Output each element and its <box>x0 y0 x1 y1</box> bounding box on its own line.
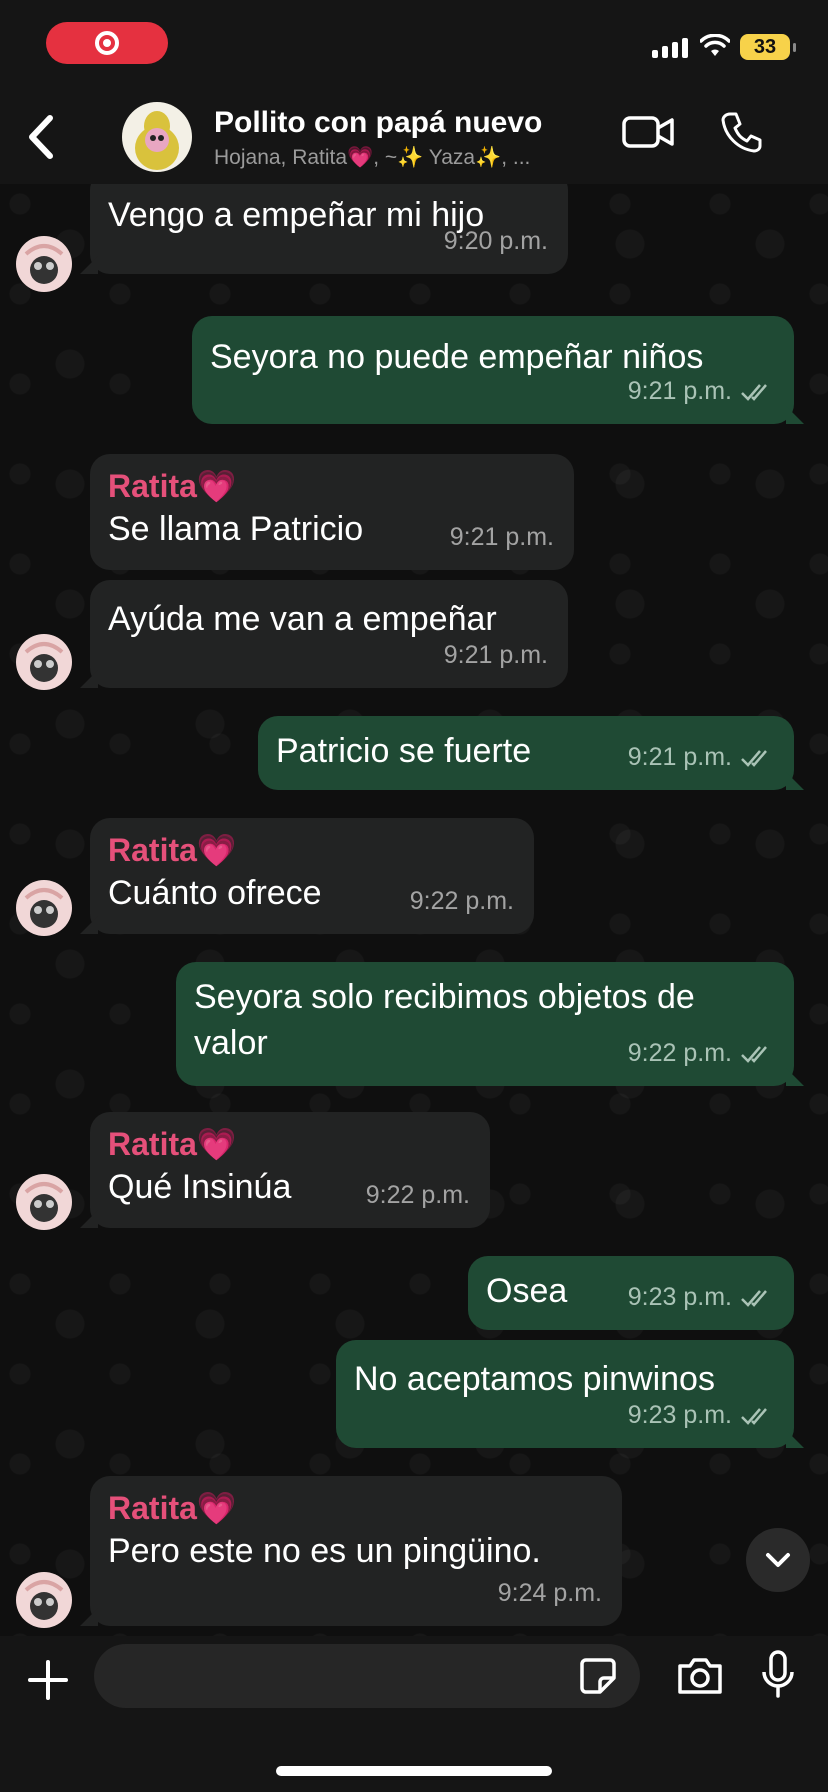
message-time: 9:21 p.m. <box>449 523 554 551</box>
sender-avatar[interactable] <box>16 880 72 936</box>
message-time: 9:23 p.m. <box>627 1401 732 1429</box>
read-receipt-icon <box>741 1408 767 1426</box>
bubble-tail <box>80 256 98 274</box>
read-receipt-icon <box>741 750 767 768</box>
read-receipt-icon <box>741 384 767 402</box>
voice-call-icon[interactable] <box>720 110 764 154</box>
bubble-tail <box>786 1068 804 1086</box>
message-time: 9:20 p.m. <box>443 227 548 255</box>
outgoing-message[interactable]: Seyora no puede empeñar niños 9:21 p.m. <box>192 316 804 424</box>
incoming-message[interactable]: Vengo a empeñar mi hijo 9:20 p.m. <box>80 184 568 274</box>
outgoing-message[interactable]: Seyora solo recibimos objetos de valor 9… <box>176 962 804 1086</box>
sender-avatar[interactable] <box>16 1572 72 1628</box>
read-receipt-icon <box>741 1046 767 1064</box>
message-text: Pero este no es un pingüino. <box>108 1532 541 1570</box>
sender-name[interactable]: Ratita💗 <box>108 830 516 870</box>
avatar-photo-icon <box>24 244 64 284</box>
sender-name[interactable]: Ratita💗 <box>108 1124 472 1164</box>
bubble-tail <box>786 772 804 790</box>
message-meta: 9:23 p.m. <box>628 1274 774 1320</box>
incoming-message[interactable]: Ratita💗 Pero este no es un pingüino. 9:2… <box>80 1476 622 1626</box>
message-time: 9:22 p.m. <box>409 887 514 915</box>
incoming-message[interactable]: Ayúda me van a empeñar 9:21 p.m. <box>80 580 568 688</box>
chat-header: Pollito con papá nuevo Hojana, Ratita💗, … <box>0 92 828 184</box>
chevron-down-icon <box>766 1553 790 1567</box>
scroll-to-bottom-button[interactable] <box>746 1528 810 1592</box>
sender-name[interactable]: Ratita💗 <box>108 1488 604 1528</box>
group-title[interactable]: Pollito con papá nuevo <box>214 106 542 140</box>
incoming-message[interactable]: Ratita💗 Se llama Patricio 9:21 p.m. <box>90 454 574 570</box>
sender-name[interactable]: Ratita💗 <box>108 466 556 506</box>
home-indicator[interactable] <box>276 1766 552 1776</box>
avatar-photo-icon <box>24 1182 64 1222</box>
message-meta: 9:22 p.m. <box>628 1030 774 1076</box>
message-input[interactable] <box>94 1644 640 1708</box>
read-receipt-icon <box>741 1290 767 1308</box>
microphone-icon[interactable] <box>760 1650 796 1700</box>
message-list[interactable]: Vengo a empeñar mi hijo 9:20 p.m. Seyora… <box>0 184 828 1636</box>
message-time: 9:22 p.m. <box>627 1039 732 1067</box>
outgoing-message[interactable]: No aceptamos pinwinos 9:23 p.m. <box>336 1340 804 1448</box>
back-chevron-icon[interactable] <box>20 112 60 162</box>
group-members[interactable]: Hojana, Ratita💗, ~✨ Yaza✨, ... <box>214 146 610 170</box>
bubble-tail <box>80 670 98 688</box>
outgoing-message[interactable]: Patricio se fuerte 9:21 p.m. <box>258 716 804 790</box>
message-time: 9:21 p.m. <box>627 377 732 405</box>
video-call-icon[interactable] <box>622 114 674 150</box>
outgoing-message[interactable]: Osea 9:23 p.m. <box>468 1256 794 1330</box>
message-time: 9:22 p.m. <box>365 1181 470 1209</box>
message-meta: 9:23 p.m. <box>628 1392 774 1438</box>
status-bar: 33 <box>0 0 828 92</box>
message-time: 9:21 p.m. <box>627 743 732 771</box>
bubble-tail <box>786 1430 804 1448</box>
screen-recording-indicator[interactable] <box>46 22 168 64</box>
record-icon <box>95 31 119 55</box>
camera-icon[interactable] <box>676 1656 724 1696</box>
bubble-tail <box>786 406 804 424</box>
bubble-tail <box>80 916 98 934</box>
pear-character-icon <box>135 111 179 170</box>
message-time: 9:21 p.m. <box>443 641 548 669</box>
sender-avatar[interactable] <box>16 236 72 292</box>
wifi-icon <box>700 34 730 56</box>
message-meta: 9:21 p.m. <box>628 368 774 414</box>
sticker-icon[interactable] <box>578 1656 618 1696</box>
cellular-signal-icon <box>652 38 688 58</box>
battery-indicator: 33 <box>740 34 796 60</box>
group-avatar[interactable] <box>122 102 192 172</box>
avatar-photo-icon <box>24 1580 64 1620</box>
message-time: 9:23 p.m. <box>627 1283 732 1311</box>
bubble-tail <box>80 1608 98 1626</box>
message-meta: 9:21 p.m. <box>628 734 774 780</box>
plus-icon[interactable] <box>26 1658 70 1702</box>
message-time: 9:24 p.m. <box>497 1579 602 1607</box>
bubble-tail <box>80 1210 98 1228</box>
sender-avatar[interactable] <box>16 634 72 690</box>
incoming-message[interactable]: Ratita💗 Cuánto ofrece 9:22 p.m. <box>80 818 534 934</box>
avatar-photo-icon <box>24 642 64 682</box>
avatar-photo-icon <box>24 888 64 928</box>
sender-avatar[interactable] <box>16 1174 72 1230</box>
incoming-message[interactable]: Ratita💗 Qué Insinúa 9:22 p.m. <box>80 1112 490 1228</box>
